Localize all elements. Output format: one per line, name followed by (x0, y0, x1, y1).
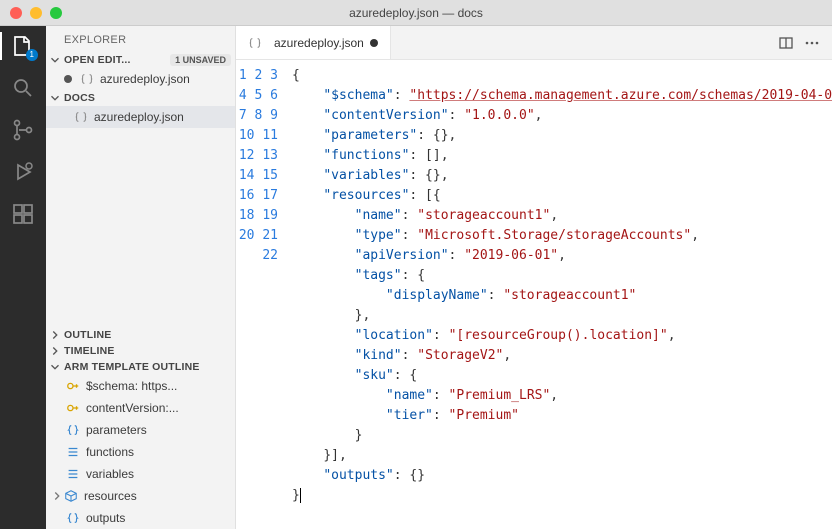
cube-icon (64, 489, 78, 503)
timeline-header[interactable]: TIMELINE (46, 343, 235, 359)
tab-label: azuredeploy.json (274, 36, 364, 50)
arm-item-outputs[interactable]: outputs (46, 507, 235, 529)
list-icon (66, 467, 80, 481)
arm-item-functions[interactable]: functions (46, 441, 235, 463)
arm-item-parameters[interactable]: parameters (46, 419, 235, 441)
split-editor-icon[interactable] (778, 35, 794, 51)
dirty-indicator (64, 75, 72, 83)
open-editor-file[interactable]: azuredeploy.json (46, 68, 235, 90)
code-editor[interactable]: 1 2 3 4 5 6 7 8 9 10 11 12 13 14 15 16 1… (236, 60, 832, 529)
maximize-window-button[interactable] (50, 7, 62, 19)
tab-bar: azuredeploy.json (236, 26, 832, 60)
braces-icon (66, 423, 80, 437)
arm-outline-header[interactable]: ARM TEMPLATE OUTLINE (46, 359, 235, 375)
arm-item-schema[interactable]: $schema: https... (46, 375, 235, 397)
json-file-icon (248, 36, 262, 50)
more-icon[interactable] (804, 35, 820, 51)
chevron-down-icon (48, 53, 62, 67)
editor-area: azuredeploy.json 1 2 3 4 5 6 7 8 9 10 11… (236, 26, 832, 529)
tab-azuredeploy[interactable]: azuredeploy.json (236, 26, 391, 59)
arm-item-variables[interactable]: variables (46, 463, 235, 485)
open-editors-header[interactable]: OPEN EDIT... 1 UNSAVED (46, 52, 235, 68)
braces-icon (66, 511, 80, 525)
minimize-window-button[interactable] (30, 7, 42, 19)
chevron-right-icon (50, 489, 64, 503)
titlebar: azuredeploy.json — docs (0, 0, 832, 26)
explorer-badge: 1 (26, 49, 38, 61)
chevron-right-icon (48, 328, 62, 342)
close-window-button[interactable] (10, 7, 22, 19)
activity-bar: 1 (0, 26, 46, 529)
explorer-sidebar: EXPLORER OPEN EDIT... 1 UNSAVED azuredep… (46, 26, 236, 529)
extensions-icon[interactable] (11, 202, 35, 226)
chevron-down-icon (48, 91, 62, 105)
json-file-icon (74, 110, 88, 124)
source-control-icon[interactable] (11, 118, 35, 142)
folder-header[interactable]: DOCS (46, 90, 235, 106)
arm-item-contentversion[interactable]: contentVersion:... (46, 397, 235, 419)
code-content[interactable]: { "$schema": "https://schema.management.… (292, 60, 832, 529)
debug-icon[interactable] (11, 160, 35, 184)
line-gutter: 1 2 3 4 5 6 7 8 9 10 11 12 13 14 15 16 1… (236, 60, 292, 529)
explorer-title: EXPLORER (46, 26, 235, 52)
list-icon (66, 445, 80, 459)
arm-item-resources[interactable]: resources (46, 485, 235, 507)
chevron-down-icon (48, 360, 62, 374)
window-title: azuredeploy.json — docs (0, 6, 832, 20)
chevron-right-icon (48, 344, 62, 358)
key-icon (66, 379, 80, 393)
json-file-icon (80, 72, 94, 86)
key-icon (66, 401, 80, 415)
dirty-indicator (370, 39, 378, 47)
outline-header[interactable]: OUTLINE (46, 327, 235, 343)
unsaved-badge: 1 UNSAVED (170, 54, 231, 66)
file-azuredeploy[interactable]: azuredeploy.json (46, 106, 235, 128)
files-icon[interactable]: 1 (11, 34, 35, 58)
search-icon[interactable] (11, 76, 35, 100)
